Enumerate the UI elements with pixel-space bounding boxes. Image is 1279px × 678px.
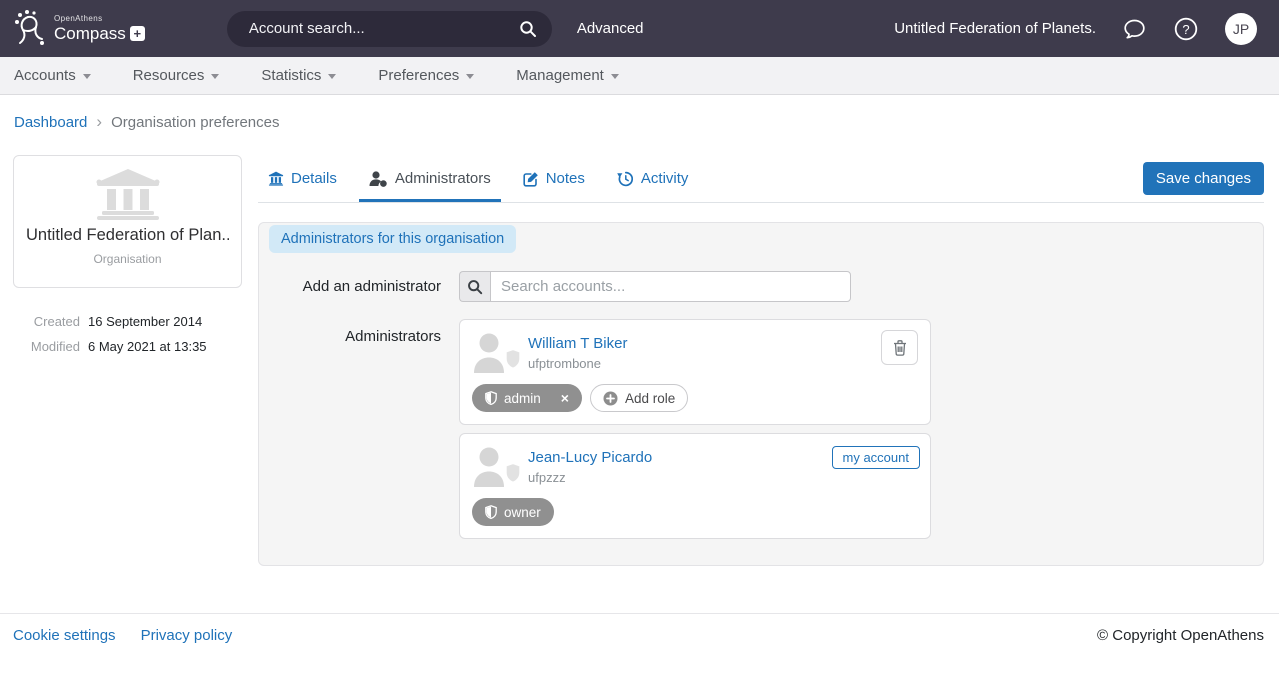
person-avatar-icon: [472, 332, 520, 374]
nav-item-accounts[interactable]: Accounts: [14, 67, 91, 84]
tab-notes[interactable]: Notes: [513, 155, 595, 202]
svg-text:?: ?: [1182, 22, 1189, 37]
caret-down-icon: [83, 74, 91, 79]
cookie-settings-link[interactable]: Cookie settings: [13, 627, 116, 644]
administrators-label: Administrators: [259, 319, 459, 539]
search-icon: [467, 279, 483, 295]
bank-icon: [268, 171, 284, 186]
admin-search-group: [459, 271, 851, 302]
footer: Cookie settings Privacy policy © Copyrig…: [0, 613, 1279, 644]
caret-down-icon: [466, 74, 474, 79]
feedback-chat-button[interactable]: [1122, 17, 1147, 41]
openathens-compass-logo[interactable]: OpenAthens Compass +: [14, 9, 145, 49]
admin-card: Jean-Lucy Picardo ufpzzz owner: [459, 433, 931, 539]
add-administrator-label: Add an administrator: [259, 271, 459, 302]
admin-name-link[interactable]: Jean-Lucy Picardo: [528, 449, 652, 466]
created-label: Created: [13, 314, 80, 329]
organisation-type: Organisation: [26, 252, 229, 266]
person-avatar-icon: [472, 446, 520, 488]
breadcrumb-dashboard-link[interactable]: Dashboard: [14, 114, 87, 131]
add-role-button[interactable]: Add role: [590, 384, 688, 412]
organisation-summary-card: Untitled Federation of Plan... Organisat…: [13, 155, 242, 288]
help-icon: ?: [1173, 16, 1199, 42]
account-search-box[interactable]: [227, 11, 552, 47]
plus-badge-icon: +: [130, 26, 145, 41]
nav-item-statistics[interactable]: Statistics: [261, 67, 336, 84]
role-pill-admin: admin ×: [472, 384, 582, 412]
bank-icon: [93, 168, 163, 220]
nav-item-resources[interactable]: Resources: [133, 67, 220, 84]
caret-down-icon: [611, 74, 619, 79]
created-value: 16 September 2014: [88, 314, 202, 329]
delete-admin-button[interactable]: [881, 330, 918, 365]
user-avatar[interactable]: JP: [1225, 13, 1257, 45]
breadcrumb: Dashboard › Organisation preferences: [0, 95, 1279, 131]
organisation-name: Untitled Federation of Plan...: [26, 226, 229, 245]
modified-label: Modified: [13, 339, 80, 354]
pencil-square-icon: [523, 171, 539, 187]
caret-down-icon: [328, 74, 336, 79]
chevron-right-icon: ›: [96, 113, 102, 130]
tab-administrators[interactable]: Administrators: [359, 155, 501, 202]
nav-item-management[interactable]: Management: [516, 67, 619, 84]
shield-icon: [485, 505, 497, 519]
account-search-input[interactable]: [247, 19, 519, 38]
administrators-panel: Administrators for this organisation Add…: [258, 222, 1264, 566]
role-pill-owner: owner: [472, 498, 554, 526]
admin-name-link[interactable]: William T Biker: [528, 335, 627, 352]
chat-bubble-icon: [1122, 17, 1147, 41]
remove-role-icon[interactable]: ×: [561, 391, 569, 405]
save-changes-button[interactable]: Save changes: [1143, 162, 1264, 195]
search-icon[interactable]: [519, 20, 537, 38]
shield-icon: [485, 391, 497, 405]
brand-openathens-label: OpenAthens: [54, 15, 145, 23]
breadcrumb-current: Organisation preferences: [111, 114, 279, 131]
openathens-logo-icon: [14, 9, 48, 49]
tab-details[interactable]: Details: [258, 155, 347, 202]
admin-username: ufptrombone: [528, 356, 627, 371]
my-account-badge: my account: [832, 446, 920, 469]
trash-icon: [893, 340, 907, 356]
main-nav: Accounts Resources Statistics Preference…: [0, 57, 1279, 95]
help-button[interactable]: ?: [1173, 16, 1199, 42]
caret-down-icon: [211, 74, 219, 79]
admin-username: ufpzzz: [528, 470, 652, 485]
tab-bar: Details Administrators Notes: [258, 155, 1264, 203]
top-bar: OpenAthens Compass + Advanced Untitled F…: [0, 0, 1279, 57]
tab-activity[interactable]: Activity: [607, 155, 699, 202]
panel-title-badge: Administrators for this organisation: [269, 225, 516, 253]
advanced-search-link[interactable]: Advanced: [577, 20, 644, 37]
organisation-meta: Created 16 September 2014 Modified 6 May…: [13, 314, 242, 354]
brand-compass-label: Compass: [54, 25, 126, 42]
modified-value: 6 May 2021 at 13:35: [88, 339, 207, 354]
history-icon: [617, 171, 634, 187]
admin-search-input[interactable]: [490, 271, 851, 302]
nav-item-preferences[interactable]: Preferences: [378, 67, 474, 84]
privacy-policy-link[interactable]: Privacy policy: [141, 627, 233, 644]
copyright-text: © Copyright OpenAthens: [1097, 627, 1264, 644]
admin-card: William T Biker ufptrombone admin: [459, 319, 931, 425]
person-gear-icon: [369, 171, 388, 187]
search-addon: [459, 271, 490, 302]
plus-circle-icon: [603, 391, 618, 406]
current-organisation-name: Untitled Federation of Planets.: [894, 20, 1096, 37]
